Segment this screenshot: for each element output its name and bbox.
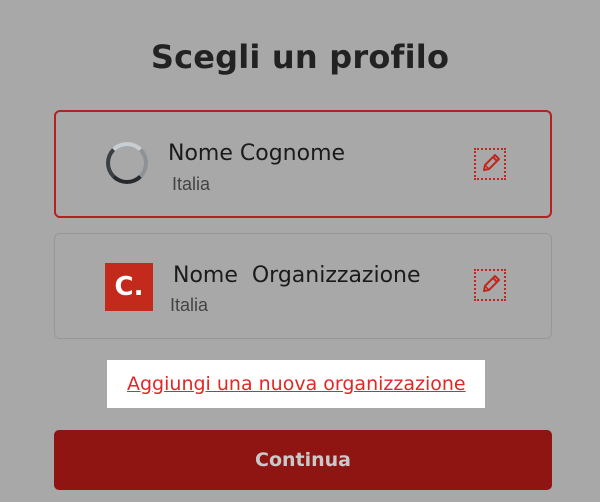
edit-profile-button[interactable]	[474, 148, 506, 180]
continue-button[interactable]: Continua	[54, 430, 552, 490]
profile-card-organization[interactable]: C. Nome Organizzazione Italia	[54, 233, 552, 339]
pencil-icon	[483, 154, 500, 171]
profile-country: Italia	[172, 174, 211, 194]
profile-card-personal[interactable]: Nome Cognome Italia	[54, 110, 552, 218]
profile-name: Nome Cognome	[168, 141, 346, 166]
add-organization-link[interactable]: Aggiungi una nuova organizzazione	[127, 373, 466, 395]
profile-country: Italia	[170, 295, 209, 315]
avatar-ring-icon	[106, 142, 148, 184]
profile-name: Nome Organizzazione	[173, 263, 421, 288]
page-title: Scegli un profilo	[150, 38, 450, 76]
edit-organization-button[interactable]	[474, 269, 506, 301]
add-organization-highlight: Aggiungi una nuova organizzazione	[107, 360, 485, 408]
pencil-icon	[483, 275, 500, 292]
organization-logo: C.	[105, 263, 153, 311]
